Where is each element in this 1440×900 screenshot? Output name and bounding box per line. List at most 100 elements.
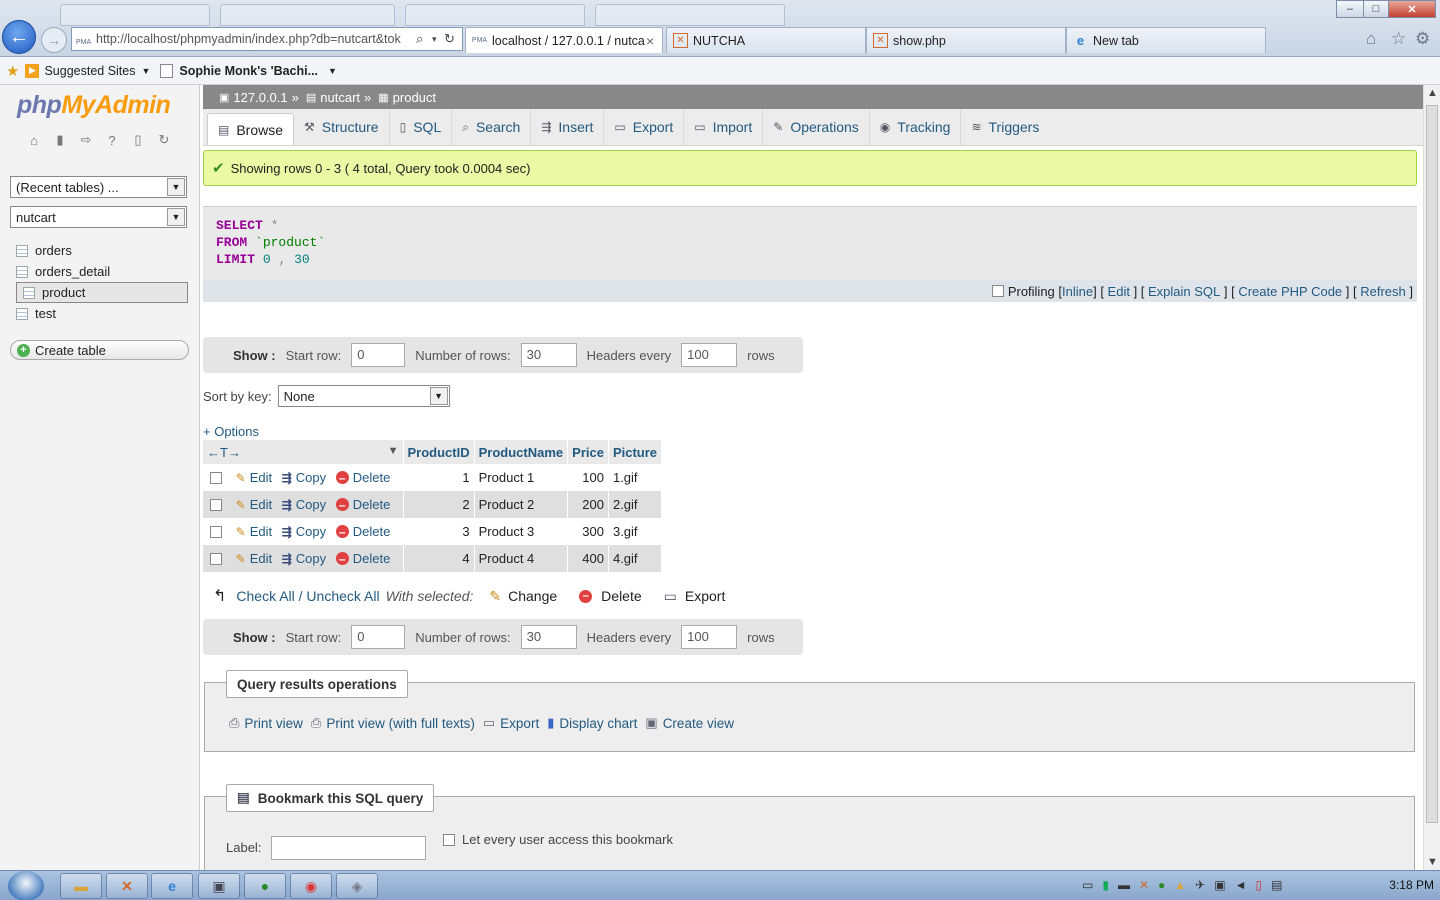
tab-export[interactable]: ▭ Export	[604, 109, 685, 145]
bookmark-share-option[interactable]: Let every user access this bookmark	[443, 832, 673, 847]
refresh-link[interactable]: Refresh	[1360, 284, 1406, 299]
close-window-button[interactable]: ✕	[1388, 0, 1436, 18]
options-toggle[interactable]: + Options	[203, 424, 259, 439]
breadcrumb-database[interactable]: nutcart	[320, 90, 360, 105]
taskbar-ie[interactable]: e	[151, 873, 193, 899]
column-nav-arrows[interactable]: ←T→	[207, 445, 241, 460]
table-name[interactable]: test	[35, 306, 56, 321]
refresh-icon[interactable]: ↻	[444, 31, 462, 47]
profiling-checkbox[interactable]	[991, 285, 1004, 297]
tray-icon[interactable]: ▯	[1255, 878, 1262, 892]
tab-tracking[interactable]: ◉ Tracking	[870, 109, 962, 145]
table-name[interactable]: orders	[35, 243, 72, 258]
taskbar-xampp[interactable]: ✕	[106, 873, 148, 899]
browser-tab-nutcha[interactable]: ✕ NUTCHA	[666, 27, 866, 53]
xampp-icon[interactable]: ✕	[1139, 878, 1149, 892]
sql-query-text[interactable]: SELECT * FROM `product` LIMIT 0 , 30	[216, 217, 325, 268]
column-header-productid[interactable]: ProductID	[403, 440, 475, 464]
headers-every-input[interactable]: 100	[681, 625, 738, 649]
table-icon[interactable]	[23, 286, 35, 299]
table-name[interactable]: product	[42, 285, 85, 300]
volume-icon[interactable]: ◄	[1235, 878, 1247, 892]
table-name[interactable]: orders_detail	[35, 264, 110, 279]
row-checkbox[interactable]	[210, 526, 222, 539]
cell-picture[interactable]: 2.gif	[608, 491, 663, 518]
bookmark-label-input[interactable]	[271, 836, 426, 860]
query-window-icon[interactable]: ⇨	[77, 131, 95, 149]
sidebar-item-test[interactable]: test	[10, 303, 188, 324]
bulk-delete-button[interactable]: – Delete	[579, 588, 642, 604]
print-view-full-link[interactable]: ⎙ Print view (with full texts)	[311, 715, 475, 731]
start-button[interactable]	[8, 871, 44, 900]
row-checkbox[interactable]	[210, 499, 222, 512]
search-icon[interactable]: ⌕	[416, 31, 432, 47]
tray-icon[interactable]: ▮	[1102, 878, 1109, 892]
tab-browse[interactable]: ▤ Browse	[207, 113, 295, 145]
database-select[interactable]: nutcart ▼	[10, 206, 187, 228]
scroll-up-icon[interactable]: ▲	[1427, 87, 1438, 99]
breadcrumb-server[interactable]: 127.0.0.1	[233, 90, 287, 105]
inline-link[interactable]: Inline	[1062, 284, 1093, 299]
favorites-star-icon[interactable]: ☆	[1391, 29, 1406, 49]
edit-row-link[interactable]: ✎ Edit	[236, 551, 272, 566]
close-tab-icon[interactable]: ×	[646, 33, 662, 49]
tab-triggers[interactable]: ≋ Triggers	[961, 109, 1049, 145]
taskbar-chrome[interactable]: ◉	[290, 873, 332, 899]
breadcrumb-table[interactable]: product	[393, 90, 436, 105]
display-chart-link[interactable]: ▮ Display chart	[547, 715, 637, 731]
home-icon[interactable]: ⌂	[25, 131, 43, 149]
cell-productid[interactable]: 2	[403, 491, 475, 518]
explain-sql-link[interactable]: Explain SQL	[1148, 284, 1220, 299]
taskbar-app[interactable]: ▣	[198, 873, 240, 899]
sidebar-item-orders[interactable]: orders	[10, 240, 188, 261]
chevron-down-icon[interactable]: ▼	[388, 445, 399, 457]
export-link[interactable]: ▭ Export	[483, 715, 539, 731]
print-view-link[interactable]: ⎙ Print view	[229, 715, 303, 731]
bulk-change-button[interactable]: ✎ Change	[489, 588, 557, 605]
sidebar-item-orders-detail[interactable]: orders_detail	[10, 261, 188, 282]
forward-button[interactable]: →	[41, 27, 67, 53]
copy-row-link[interactable]: ⇶ Copy	[282, 551, 326, 566]
table-icon[interactable]	[16, 307, 28, 320]
cell-picture[interactable]: 3.gif	[608, 518, 663, 545]
start-row-input[interactable]: 0	[351, 625, 406, 649]
warning-icon[interactable]: ▲	[1174, 878, 1186, 892]
cell-picture[interactable]: 1.gif	[608, 464, 663, 491]
tab-search[interactable]: ⌕ Search	[452, 109, 532, 145]
edit-row-link[interactable]: ✎ Edit	[236, 524, 272, 539]
cell-price[interactable]: 300	[567, 518, 609, 545]
copy-row-link[interactable]: ⇶ Copy	[282, 524, 326, 539]
tray-icon[interactable]: ▬	[1118, 878, 1130, 892]
suggested-sites-link[interactable]: ▶ Suggested Sites ▼	[25, 63, 150, 78]
cell-productname[interactable]: Product 4	[474, 545, 569, 572]
cell-productid[interactable]: 3	[403, 518, 475, 545]
logout-icon[interactable]: ▮	[51, 131, 69, 149]
copy-row-link[interactable]: ⇶ Copy	[282, 470, 326, 485]
start-row-input[interactable]: 0	[351, 343, 406, 367]
browser-tab-show-php[interactable]: ✕ show.php	[866, 27, 1066, 53]
settings-gear-icon[interactable]: ⚙	[1415, 29, 1430, 49]
taskbar-explorer[interactable]: ▬	[60, 873, 102, 899]
favorite-page-link[interactable]: Sophie Monk's 'Bachi... ▼	[160, 63, 337, 78]
table-icon[interactable]	[16, 265, 28, 278]
delete-row-link[interactable]: – Delete	[335, 470, 390, 485]
dropdown-caret-icon[interactable]: ▾	[432, 34, 444, 45]
tray-icon[interactable]: ●	[1158, 878, 1165, 892]
tray-icon[interactable]: ✈	[1195, 878, 1205, 892]
delete-row-link[interactable]: – Delete	[335, 497, 390, 512]
tray-icon[interactable]: ▣	[1214, 878, 1225, 892]
browser-tab-phpmyadmin[interactable]: PMA localhost / 127.0.0.1 / nutca... ×	[465, 27, 663, 53]
cell-price[interactable]: 400	[567, 545, 609, 572]
number-of-rows-input[interactable]: 30	[520, 625, 577, 649]
create-php-code-link[interactable]: Create PHP Code	[1238, 284, 1342, 299]
table-icon[interactable]	[16, 244, 28, 257]
headers-every-input[interactable]: 100	[681, 343, 738, 367]
tab-sql[interactable]: ▯ SQL	[390, 109, 453, 145]
address-bar[interactable]: PMA http://localhost/phpmyadmin/index.ph…	[71, 27, 463, 51]
cell-productname[interactable]: Product 3	[474, 518, 569, 545]
browser-tab-new-tab[interactable]: e New tab	[1066, 27, 1266, 53]
reload-icon[interactable]: ↻	[155, 131, 173, 149]
column-header-picture[interactable]: Picture	[608, 440, 663, 464]
create-table-button[interactable]: + Create table	[10, 340, 189, 360]
copy-row-link[interactable]: ⇶ Copy	[282, 497, 326, 512]
